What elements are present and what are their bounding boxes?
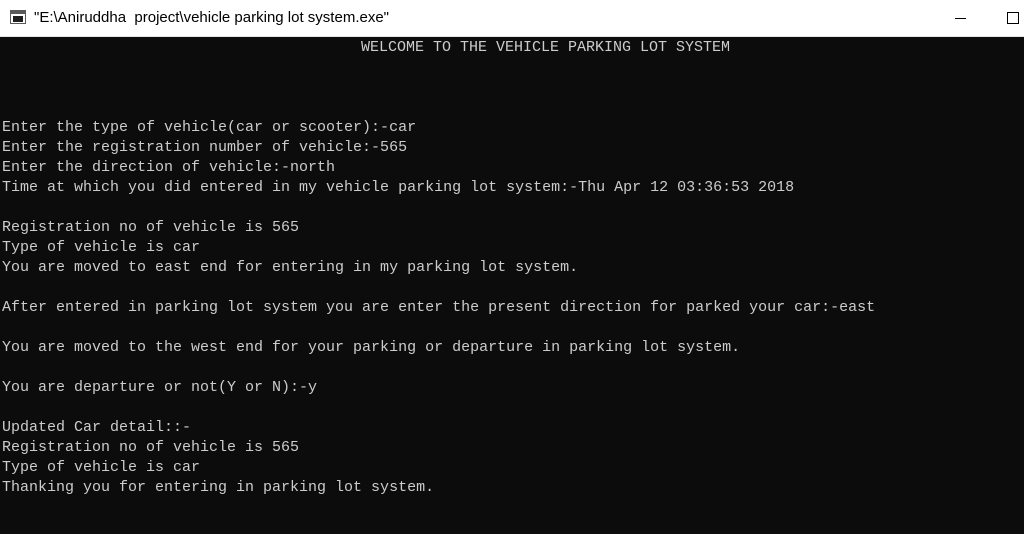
console-heading: WELCOME TO THE VEHICLE PARKING LOT SYSTE… <box>361 39 731 56</box>
console-line: You are moved to east end for entering i… <box>2 259 579 276</box>
maximize-icon <box>1007 12 1019 24</box>
minimize-button[interactable] <box>938 0 984 36</box>
console-line: Enter the type of vehicle(car or scooter… <box>2 119 417 136</box>
app-icon-screen <box>13 16 23 22</box>
console-line: Thanking you for entering in parking lot… <box>2 479 435 496</box>
title-bar[interactable]: "E:\Aniruddha project\vehicle parking lo… <box>0 0 1024 37</box>
app-icon-bar <box>11 11 25 14</box>
console-line: Type of vehicle is car <box>2 459 201 476</box>
console-app-icon[interactable] <box>10 10 26 24</box>
console-line: After entered in parking lot system you … <box>2 299 876 316</box>
console-window: "E:\Aniruddha project\vehicle parking lo… <box>0 0 1024 534</box>
console-line: You are moved to the west end for your p… <box>2 339 741 356</box>
console-line: Time at which you did entered in my vehi… <box>2 179 795 196</box>
console-line: Updated Car detail::- <box>2 419 192 436</box>
minimize-icon <box>955 18 966 19</box>
console-line: Registration no of vehicle is 565 <box>2 439 300 456</box>
console-line: Type of vehicle is car <box>2 239 201 256</box>
console-line: Enter the registration number of vehicle… <box>2 139 408 156</box>
maximize-button[interactable] <box>990 0 1024 36</box>
window-title: "E:\Aniruddha project\vehicle parking lo… <box>34 9 389 26</box>
console-line: You are departure or not(Y or N):-y <box>2 379 318 396</box>
console-output[interactable]: WELCOME TO THE VEHICLE PARKING LOT SYSTE… <box>0 37 1024 534</box>
console-line: Registration no of vehicle is 565 <box>2 219 300 236</box>
console-line: Enter the direction of vehicle:-north <box>2 159 336 176</box>
